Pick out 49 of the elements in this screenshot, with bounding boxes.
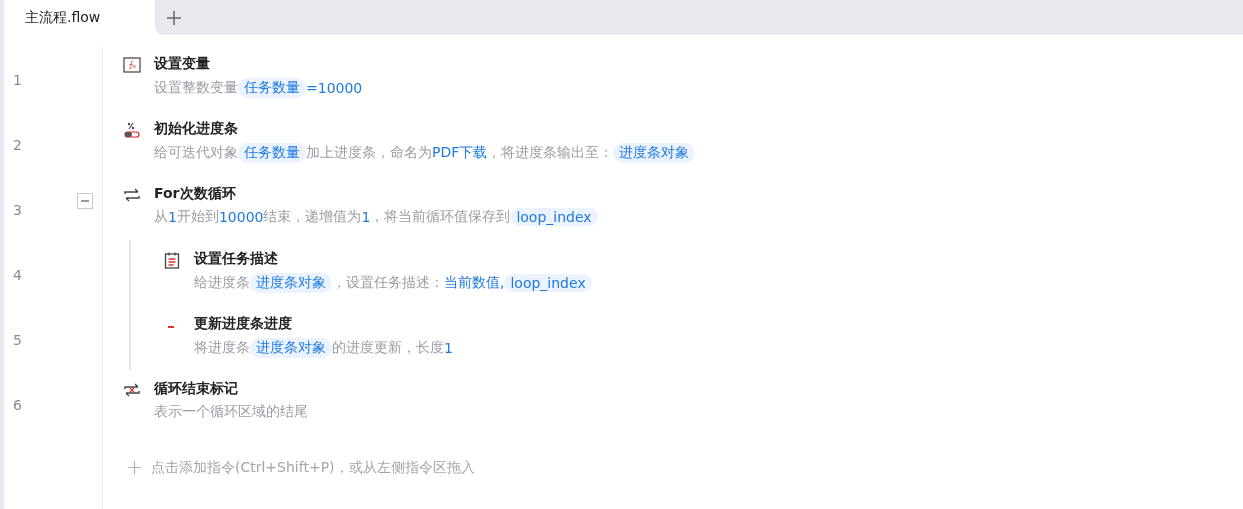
description-text: ，将进度条输出至： (487, 144, 614, 162)
description-text: ，将当前循环值保存到 (370, 208, 511, 226)
line-number: 1 (13, 71, 22, 88)
variable-tag[interactable]: 进度条对象 (613, 143, 696, 163)
collapse-button[interactable] (77, 193, 93, 209)
description-text: 表示一个循环区域的结尾 (154, 403, 308, 421)
step-title: For次数循环 (154, 185, 237, 203)
step-title: 设置任务描述 (194, 250, 279, 268)
line-number: 3 (13, 201, 22, 218)
value-text: =10000 (306, 80, 363, 96)
value-text: 1 (168, 209, 177, 225)
description-text: 给进度条 (194, 274, 250, 292)
description-text: ，设置任务描述： (332, 274, 444, 292)
description-text: 从 (154, 208, 168, 226)
value-text: 1 (444, 340, 453, 356)
new-tab-button[interactable] (165, 8, 183, 27)
variable-tag[interactable]: loop_index (510, 208, 598, 226)
description-text: 结束，递增值为 (263, 208, 362, 226)
description-text: 给可迭代对象 (154, 144, 238, 162)
description-text: 加上进度条，命名为 (306, 144, 432, 162)
variable-tag[interactable]: 任务数量 (238, 143, 306, 163)
value-text: 当前数值, (444, 274, 505, 292)
value-text: PDF下载 (432, 144, 488, 162)
progress-icon (123, 121, 141, 139)
value-text: 10000 (218, 209, 264, 225)
line-number: 6 (13, 396, 22, 413)
value-text: 1 (361, 209, 371, 225)
line-number: 5 (13, 331, 22, 348)
variable-tag[interactable]: 进度条对象 (250, 338, 332, 358)
loop-end-icon (123, 381, 141, 399)
step-title: 循环结束标记 (154, 380, 239, 398)
step-title: 初始化进度条 (154, 120, 239, 138)
variable-tag[interactable]: 任务数量 (238, 78, 306, 98)
loop-icon (123, 186, 141, 204)
step-title: 更新进度条进度 (194, 315, 293, 333)
add-icon[interactable] (128, 461, 141, 474)
function-icon (123, 56, 141, 74)
variable-tag[interactable]: loop_index (504, 274, 592, 292)
add-instruction-hint[interactable]: 点击添加指令(Ctrl+Shift+P)，或从左侧指令区拖入 (151, 458, 475, 477)
description-text: 将进度条 (194, 339, 250, 357)
description-text: 开始到 (176, 208, 219, 226)
line-number: 4 (13, 266, 22, 283)
step-title: 设置变量 (154, 55, 211, 73)
description-text: 的进度更新，长度 (332, 339, 444, 357)
variable-tag[interactable]: 进度条对象 (250, 273, 332, 293)
clipboard-icon (163, 251, 181, 269)
line-number: 2 (13, 136, 22, 153)
description-text: 设置整数变量 (154, 79, 238, 97)
dash-icon (168, 326, 174, 328)
